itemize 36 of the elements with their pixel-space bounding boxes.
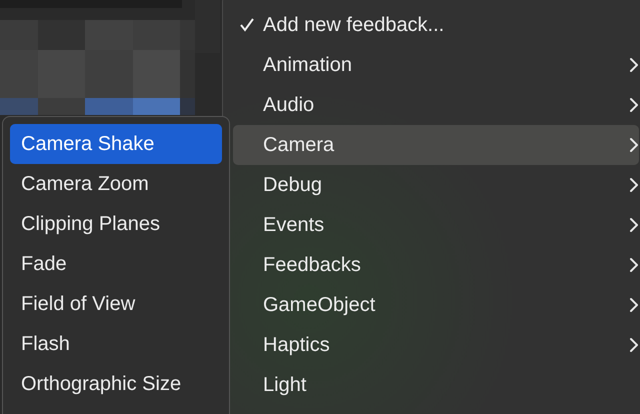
- chevron-right-icon: [629, 297, 639, 313]
- chevron-right-icon: [629, 97, 639, 113]
- submenu-item[interactable]: Orthographic Size: [10, 364, 222, 404]
- menu-item-label: GameObject: [263, 293, 376, 318]
- menu-item[interactable]: Animation: [233, 45, 639, 85]
- menu-item-label: Haptics: [263, 333, 331, 358]
- submenu-item[interactable]: Field of View: [10, 284, 222, 324]
- menu-item[interactable]: Feedbacks: [233, 245, 639, 285]
- menu-item[interactable]: Events: [233, 205, 639, 245]
- menu-item-label: Animation: [263, 53, 353, 78]
- chevron-right-icon: [629, 137, 639, 153]
- submenu-item[interactable]: Camera Shake: [10, 124, 222, 164]
- menu-item[interactable]: Haptics: [233, 325, 639, 365]
- chevron-right-icon: [629, 257, 639, 273]
- menu-item-label: Light: [263, 373, 308, 398]
- menu-item-label: Camera: [263, 133, 336, 158]
- menu-item[interactable]: Audio: [233, 85, 639, 125]
- menu-item[interactable]: Add new feedback...: [233, 5, 639, 45]
- submenu-item[interactable]: Flash: [10, 324, 222, 364]
- menu-item[interactable]: Light: [233, 365, 639, 405]
- menu-item-label: Audio: [263, 93, 316, 118]
- chevron-right-icon: [629, 57, 639, 73]
- menu-item-label: Debug: [263, 173, 323, 198]
- menu-item[interactable]: Camera: [233, 125, 639, 165]
- menu-item-label: Events: [263, 213, 326, 238]
- submenu-item[interactable]: Clipping Planes: [10, 204, 222, 244]
- menu-item[interactable]: GameObject: [233, 285, 639, 325]
- checkmark-icon: [239, 17, 255, 33]
- chevron-right-icon: [629, 177, 639, 193]
- submenu-item[interactable]: Camera Zoom: [10, 164, 222, 204]
- chevron-right-icon: [629, 217, 639, 233]
- menu-item[interactable]: Debug: [233, 165, 639, 205]
- chevron-right-icon: [629, 337, 639, 353]
- submenu-item[interactable]: Fade: [10, 244, 222, 284]
- menu-item-label: Feedbacks: [263, 253, 362, 278]
- menu-item-label: Add new feedback...: [263, 13, 446, 38]
